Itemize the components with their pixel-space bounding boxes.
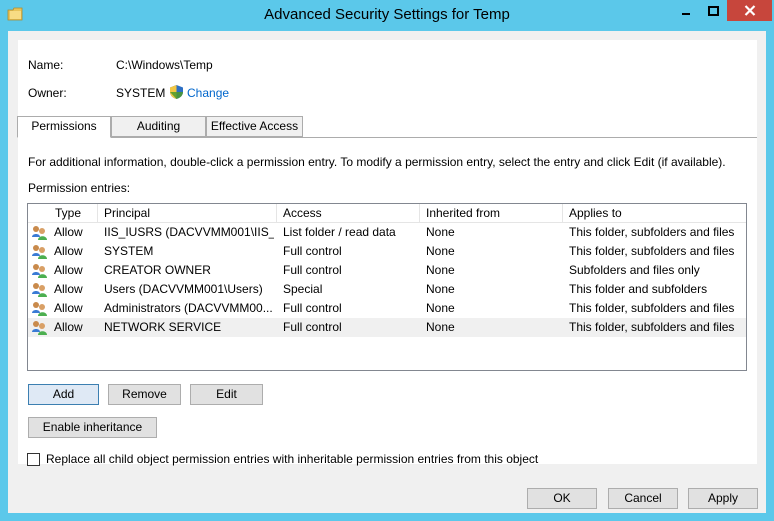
- change-owner-link[interactable]: Change: [187, 86, 229, 100]
- column-header-access[interactable]: Access: [277, 204, 420, 223]
- cell-type: Allow: [54, 225, 83, 239]
- replace-child-entries-label: Replace all child object permission entr…: [46, 452, 539, 466]
- security-settings-window: Advanced Security Settings for Temp Name…: [0, 0, 774, 521]
- table-row[interactable]: Allow SYSTEM Full control None This folder, …: [28, 242, 746, 261]
- cell-inherited-from: None: [426, 263, 455, 277]
- cell-access: Special: [283, 282, 323, 296]
- cell-applies-to: This folder and subfolders: [569, 282, 708, 296]
- remove-button[interactable]: Remove: [108, 384, 181, 405]
- owner-value: SYSTEM: [116, 86, 166, 100]
- cell-principal: SYSTEM: [104, 244, 154, 258]
- tab-auditing[interactable]: Auditing: [111, 116, 206, 137]
- cell-type: Allow: [54, 301, 83, 315]
- users-icon: [32, 302, 47, 316]
- cell-inherited-from: None: [426, 282, 455, 296]
- cell-type: Allow: [54, 244, 83, 258]
- cell-applies-to: This folder, subfolders and files: [569, 244, 735, 258]
- cell-principal: CREATOR OWNER: [104, 263, 211, 277]
- tab-permissions[interactable]: Permissions: [17, 116, 111, 138]
- cell-applies-to: This folder, subfolders and files: [569, 225, 735, 239]
- replace-child-entries-checkbox[interactable]: [27, 453, 40, 466]
- name-label: Name:: [28, 58, 64, 72]
- permission-entries-list[interactable]: Type Principal Access Inherited from App…: [27, 203, 747, 371]
- close-icon: [744, 5, 755, 16]
- window-title: Advanced Security Settings for Temp: [264, 6, 510, 23]
- cancel-button[interactable]: Cancel: [608, 488, 678, 509]
- apply-button[interactable]: Apply: [688, 488, 758, 509]
- title-bar[interactable]: Advanced Security Settings for Temp: [0, 0, 774, 30]
- column-header-type[interactable]: Type: [49, 204, 98, 223]
- users-icon: [32, 321, 47, 335]
- cell-access: Full control: [283, 263, 342, 277]
- maximize-button[interactable]: [699, 0, 727, 21]
- ok-button[interactable]: OK: [527, 488, 597, 509]
- cell-access: Full control: [283, 244, 342, 258]
- name-value: C:\Windows\Temp: [116, 58, 213, 72]
- users-icon: [32, 226, 47, 240]
- column-header-principal[interactable]: Principal: [98, 204, 277, 223]
- list-header: Type Principal Access Inherited from App…: [28, 204, 746, 223]
- table-row[interactable]: Allow IIS_IUSRS (DACVVMM001\IIS_I... List …: [28, 223, 746, 242]
- cell-applies-to: This folder, subfolders and files: [569, 301, 735, 315]
- close-button[interactable]: [727, 0, 772, 21]
- cell-applies-to: Subfolders and files only: [569, 263, 700, 277]
- enable-inheritance-button[interactable]: Enable inheritance: [28, 417, 157, 438]
- table-row[interactable]: Allow Users (DACVVMM001\Users) Special None…: [28, 280, 746, 299]
- users-icon: [32, 264, 47, 278]
- cell-inherited-from: None: [426, 244, 455, 258]
- info-text: For additional information, double-click…: [28, 155, 726, 169]
- table-row[interactable]: Allow NETWORK SERVICE Full control None This…: [28, 318, 746, 337]
- cell-applies-to: This folder, subfolders and files: [569, 320, 735, 334]
- cell-access: Full control: [283, 320, 342, 334]
- cell-type: Allow: [54, 320, 83, 334]
- cell-principal: Administrators (DACVVMM00...: [104, 301, 273, 315]
- cell-type: Allow: [54, 282, 83, 296]
- minimize-button[interactable]: [672, 0, 699, 21]
- users-icon: [32, 283, 47, 297]
- permission-entries-label: Permission entries:: [28, 181, 131, 195]
- tab-effective-access[interactable]: Effective Access: [206, 116, 303, 137]
- cell-inherited-from: None: [426, 320, 455, 334]
- owner-label: Owner:: [28, 86, 67, 100]
- column-header-applies-to[interactable]: Applies to: [563, 204, 746, 223]
- users-icon: [32, 245, 47, 259]
- cell-access: List folder / read data: [283, 225, 396, 239]
- tab-strip-border: [18, 137, 757, 138]
- add-button[interactable]: Add: [28, 384, 99, 405]
- table-row[interactable]: Allow Administrators (DACVVMM00... Full co…: [28, 299, 746, 318]
- dialog-client-area: Name: C:\Windows\Temp Owner: SYSTEM Chan…: [8, 31, 766, 513]
- edit-button[interactable]: Edit: [190, 384, 263, 405]
- column-header-inherited-from[interactable]: Inherited from: [420, 204, 563, 223]
- uac-shield-icon: [170, 85, 183, 99]
- cell-principal: IIS_IUSRS (DACVVMM001\IIS_I...: [104, 225, 274, 239]
- maximize-icon: [707, 5, 719, 16]
- cell-type: Allow: [54, 263, 83, 277]
- minimize-icon: [681, 12, 690, 15]
- cell-inherited-from: None: [426, 225, 455, 239]
- cell-access: Full control: [283, 301, 342, 315]
- cell-inherited-from: None: [426, 301, 455, 315]
- cell-principal: Users (DACVVMM001\Users): [104, 282, 263, 296]
- cell-principal: NETWORK SERVICE: [104, 320, 222, 334]
- table-row[interactable]: Allow CREATOR OWNER Full control None Subfol…: [28, 261, 746, 280]
